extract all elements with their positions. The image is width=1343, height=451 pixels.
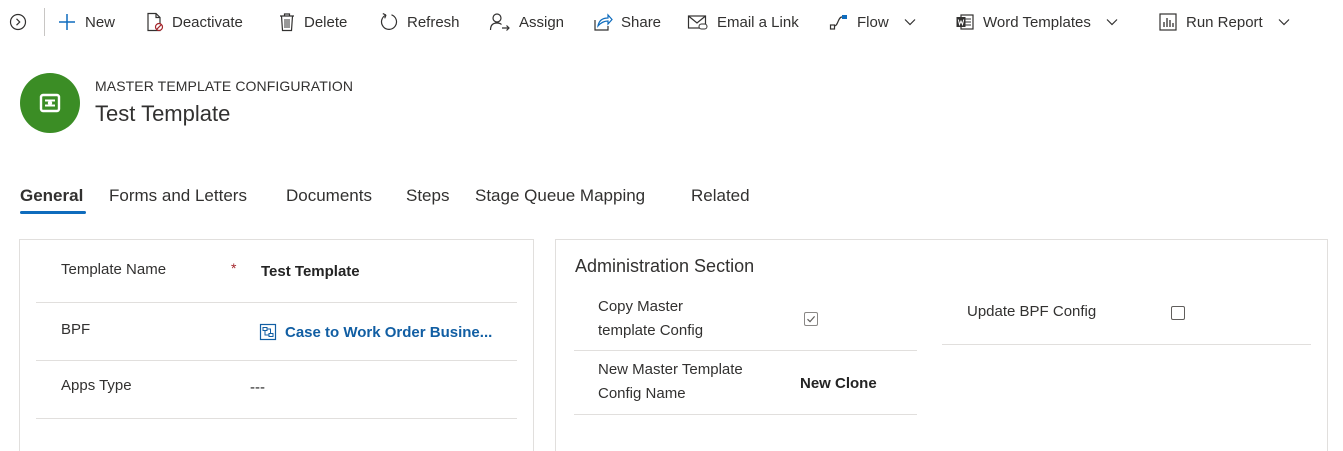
template-config-icon bbox=[39, 93, 61, 113]
deactivate-icon bbox=[147, 12, 164, 32]
chevron-down-icon bbox=[1106, 19, 1118, 26]
new-name-label-line2: Config Name bbox=[598, 385, 686, 402]
template-name-label: Template Name bbox=[61, 261, 167, 278]
new-button[interactable]: New bbox=[57, 0, 115, 44]
share-button[interactable]: Share bbox=[593, 0, 661, 44]
refresh-icon bbox=[380, 13, 398, 30]
flow-icon bbox=[829, 15, 847, 30]
command-bar-divider bbox=[44, 8, 45, 36]
assign-label: Assign bbox=[519, 13, 565, 31]
field-divider bbox=[942, 344, 1311, 345]
copy-master-checkbox[interactable] bbox=[804, 312, 818, 326]
delete-label: Delete bbox=[304, 13, 348, 31]
update-bpf-label: Update BPF Config bbox=[967, 303, 1097, 320]
apps-type-field[interactable]: --- bbox=[250, 379, 265, 396]
flow-label: Flow bbox=[857, 13, 889, 31]
process-flow-icon bbox=[259, 323, 277, 341]
bpf-value: Case to Work Order Busine... bbox=[285, 323, 493, 341]
field-divider bbox=[36, 360, 517, 361]
chevron-down-icon bbox=[1278, 19, 1290, 26]
apps-type-label: Apps Type bbox=[61, 377, 132, 394]
word-icon bbox=[956, 14, 974, 30]
plus-icon bbox=[59, 14, 75, 30]
tab-documents[interactable]: Documents bbox=[286, 186, 372, 206]
copy-master-label-line2: template Config bbox=[598, 322, 704, 339]
record-title: Test Template bbox=[95, 101, 231, 126]
assign-icon bbox=[489, 13, 510, 31]
tab-stage-queue-mapping[interactable]: Stage Queue Mapping bbox=[475, 186, 645, 206]
command-bar: New Deactivate Delete Refresh Assign Sha… bbox=[0, 0, 1343, 44]
share-label: Share bbox=[621, 13, 662, 31]
tab-related[interactable]: Related bbox=[691, 186, 750, 206]
word-templates-menu[interactable]: Word Templates bbox=[955, 0, 1119, 44]
email-link-icon bbox=[687, 15, 708, 30]
expand-nav-icon[interactable] bbox=[8, 12, 28, 32]
deactivate-label: Deactivate bbox=[172, 13, 243, 31]
chevron-down-icon bbox=[904, 19, 916, 26]
field-divider bbox=[574, 350, 917, 351]
copy-master-label-line1: Copy Master bbox=[598, 298, 684, 315]
share-icon bbox=[594, 13, 613, 31]
tab-forms-and-letters[interactable]: Forms and Letters bbox=[109, 186, 247, 206]
new-label: New bbox=[85, 13, 116, 31]
checkmark-icon bbox=[807, 316, 816, 323]
new-name-label-line1: New Master Template bbox=[598, 361, 743, 378]
tab-general[interactable]: General bbox=[20, 186, 83, 206]
update-bpf-checkbox[interactable] bbox=[1171, 306, 1185, 320]
email-link-button[interactable]: Email a Link bbox=[687, 0, 799, 44]
field-divider bbox=[36, 418, 517, 419]
required-marker: * bbox=[231, 260, 237, 276]
entity-avatar bbox=[20, 73, 80, 133]
assign-button[interactable]: Assign bbox=[489, 0, 564, 44]
active-tab-indicator bbox=[20, 211, 86, 214]
delete-button[interactable]: Delete bbox=[278, 0, 347, 44]
email-link-label: Email a Link bbox=[717, 13, 799, 31]
trash-icon bbox=[280, 13, 294, 32]
entity-type-label: MASTER TEMPLATE CONFIGURATION bbox=[95, 78, 354, 94]
run-report-label: Run Report bbox=[1186, 13, 1263, 31]
run-report-menu[interactable]: Run Report bbox=[1158, 0, 1291, 44]
report-icon bbox=[1159, 13, 1177, 31]
section-title: Administration Section bbox=[575, 256, 755, 276]
bpf-lookup-link[interactable]: Case to Work Order Busine... bbox=[259, 323, 492, 341]
refresh-label: Refresh bbox=[407, 13, 460, 31]
template-name-field[interactable]: Test Template bbox=[261, 263, 360, 280]
word-templates-label: Word Templates bbox=[983, 13, 1091, 31]
field-divider bbox=[36, 302, 517, 303]
administration-section: Administration Section Copy Master templ… bbox=[555, 239, 1328, 451]
bpf-label: BPF bbox=[61, 321, 91, 338]
field-divider bbox=[574, 414, 917, 415]
new-master-template-config-name-field[interactable]: New Clone bbox=[800, 375, 877, 392]
refresh-button[interactable]: Refresh bbox=[379, 0, 460, 44]
general-section: Template Name * Test Template BPF Case t… bbox=[19, 239, 534, 451]
flow-menu[interactable]: Flow bbox=[829, 0, 917, 44]
tab-steps[interactable]: Steps bbox=[406, 186, 449, 206]
deactivate-button[interactable]: Deactivate bbox=[146, 0, 243, 44]
